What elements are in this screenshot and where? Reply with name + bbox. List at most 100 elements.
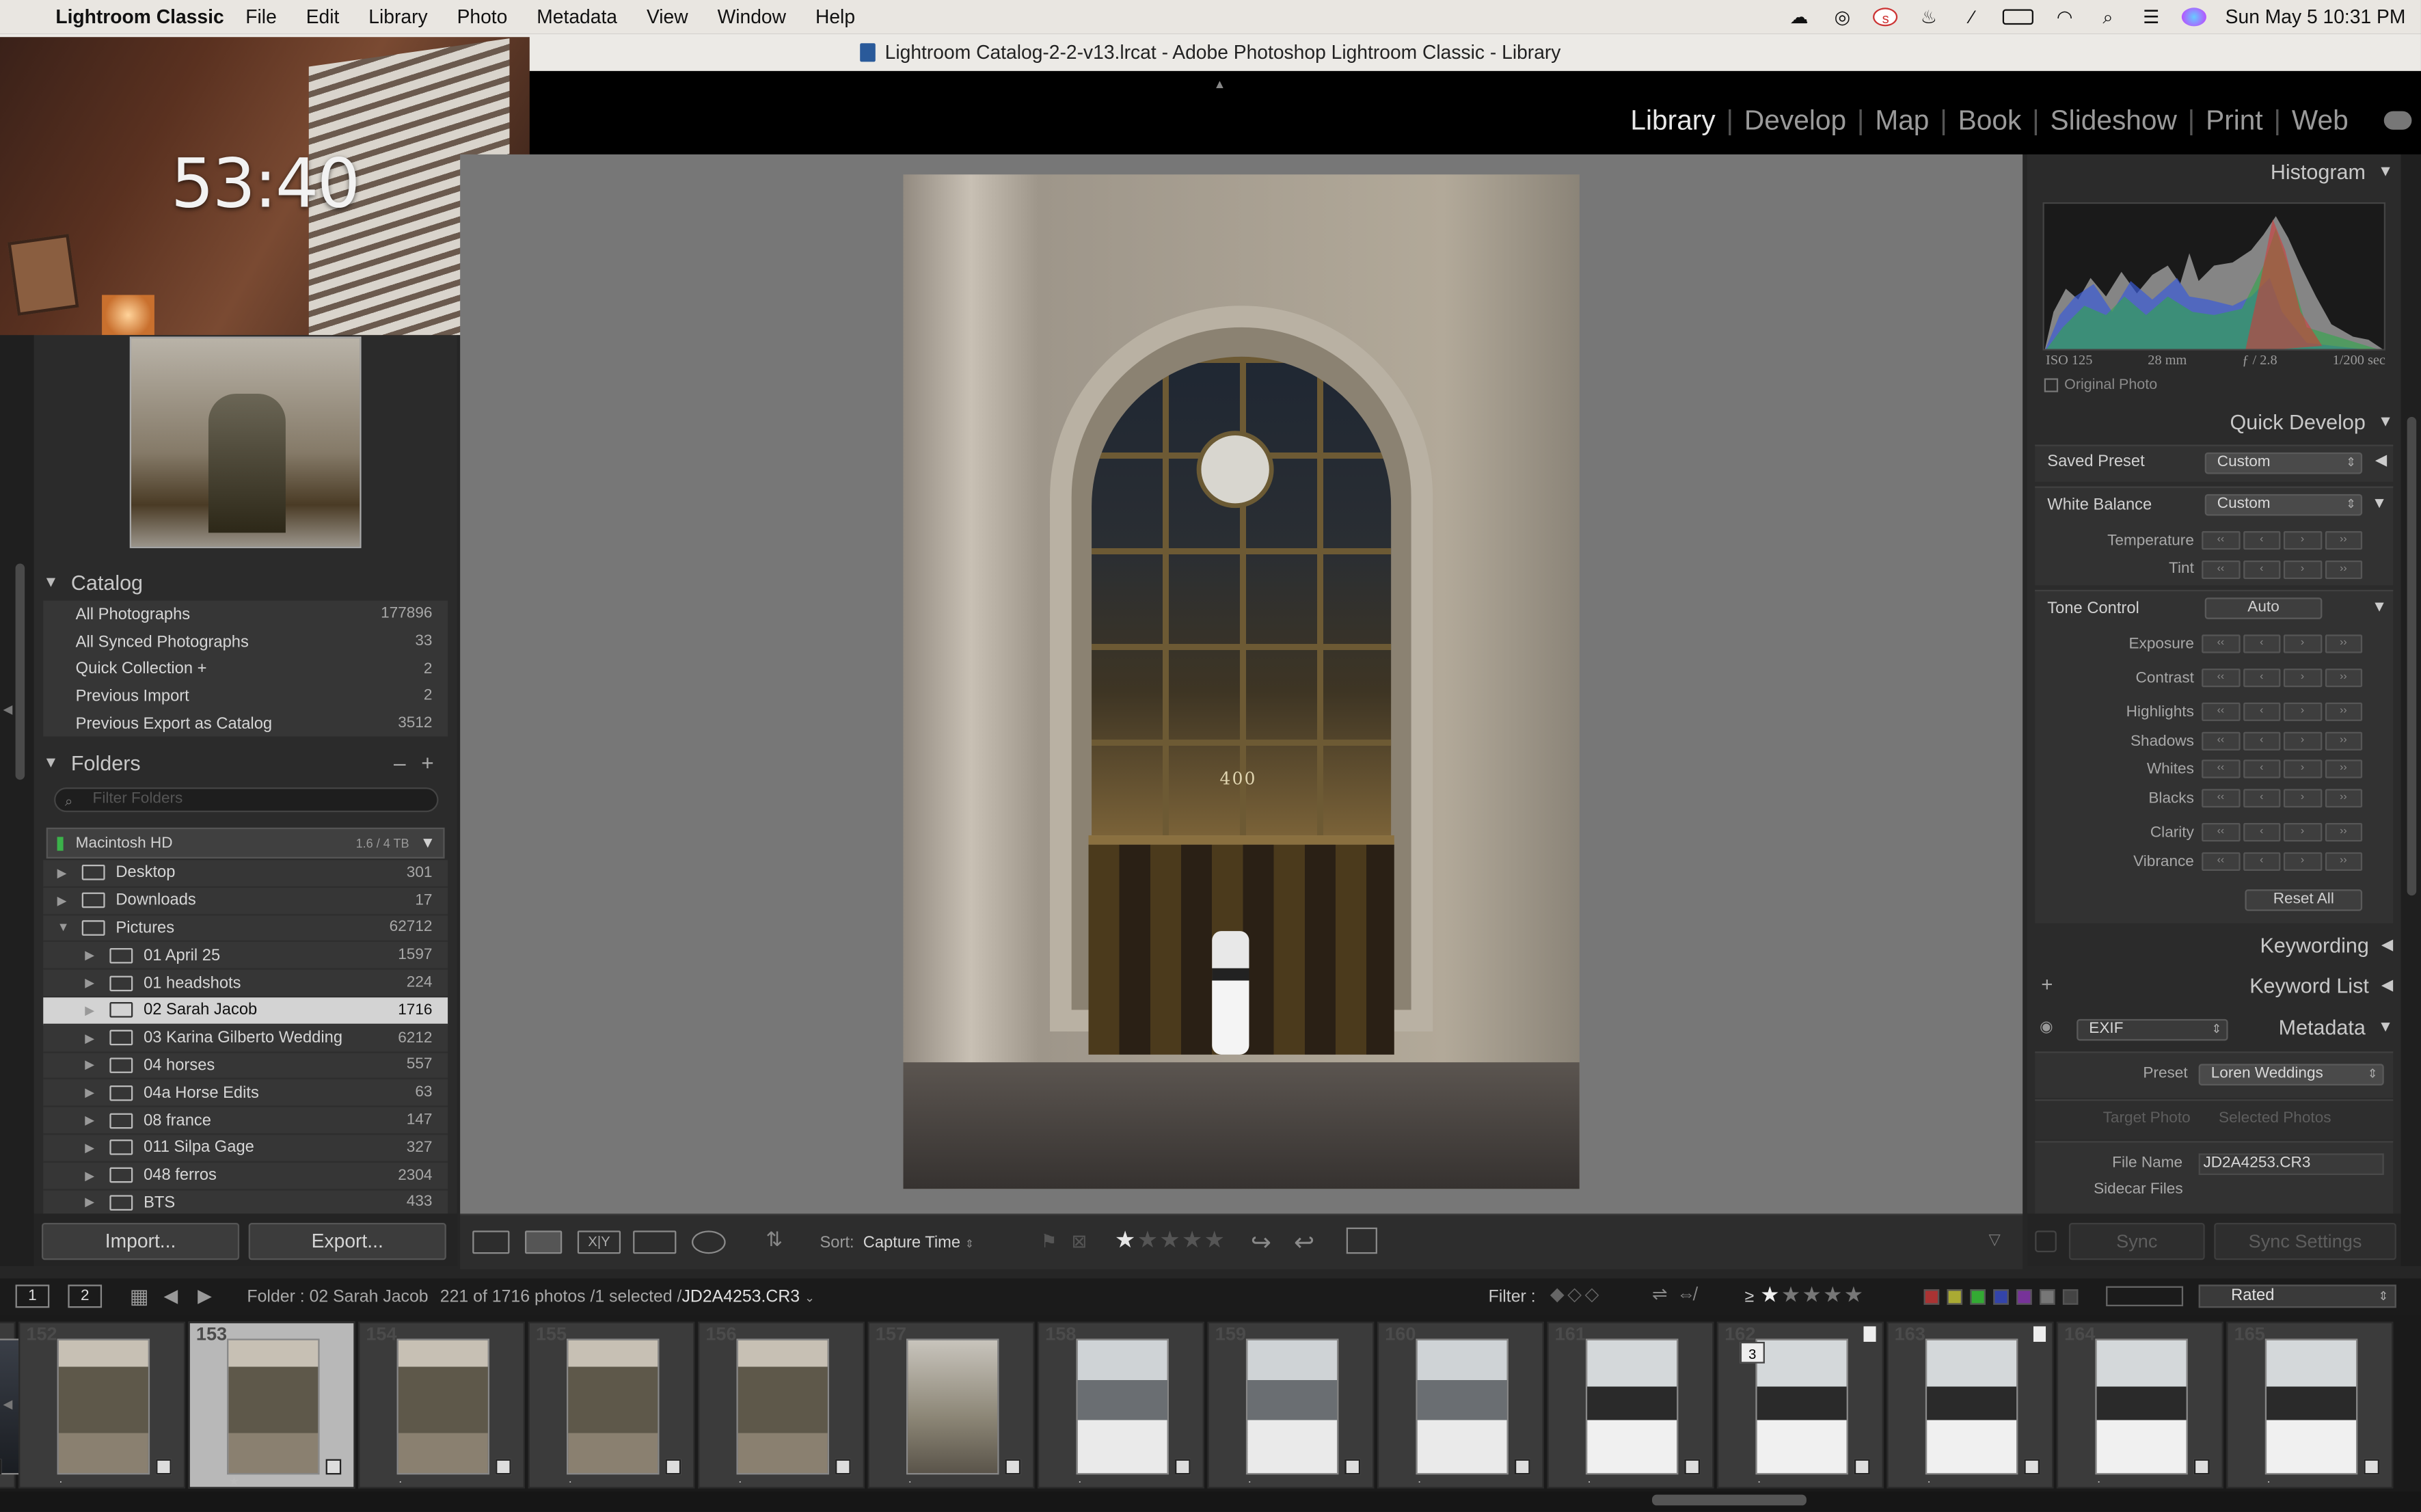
menubar-clock[interactable]: Sun May 5 10:31 PM — [2226, 6, 2406, 28]
filmstrip-thumbnail[interactable] — [2264, 1338, 2358, 1475]
filmstrip-cell[interactable]: 161 · — [1547, 1321, 1714, 1489]
adjust-step-button[interactable]: ›› — [2324, 634, 2363, 653]
adjust-step-button[interactable]: ‹‹ — [2202, 731, 2240, 751]
rating-star-icon[interactable]: ★ — [1182, 1228, 1204, 1254]
auto-sync-switch[interactable] — [2035, 1230, 2057, 1252]
app-menu[interactable]: Lightroom Classic — [55, 6, 224, 28]
module-develop[interactable]: Develop — [1733, 105, 1857, 137]
metadata-eye-icon[interactable]: ◉ — [2040, 1019, 2053, 1036]
adjust-step-button[interactable]: ‹ — [2243, 759, 2281, 779]
right-panel-scrollbar[interactable] — [2407, 416, 2417, 896]
filmstrip-thumbnail[interactable] — [736, 1338, 830, 1475]
color-label-filter[interactable] — [1947, 1289, 1963, 1305]
shadows-buttons[interactable]: ‹‹ ‹ › ›› — [2202, 731, 2363, 751]
filmstrip-cell[interactable]: 158 · — [1037, 1321, 1204, 1489]
s-app-icon[interactable]: s — [1873, 8, 1898, 27]
vibrance-buttons[interactable]: ‹‹ ‹ › ›› — [2202, 852, 2363, 872]
folder-expand-icon[interactable]: ▶ — [85, 1141, 94, 1155]
adjust-step-button[interactable]: ‹‹ — [2202, 669, 2240, 688]
filmstrip-cell[interactable]: 164 · — [2056, 1321, 2223, 1489]
blacks-buttons[interactable]: ‹‹ ‹ › ›› — [2202, 789, 2363, 808]
folder-expand-icon[interactable]: ▶ — [85, 1086, 94, 1100]
reset-all-button[interactable]: Reset All — [2245, 889, 2363, 911]
search-icon[interactable]: ⌕ — [2096, 8, 2120, 26]
tint-buttons[interactable]: ‹‹ ‹ › ›› — [2202, 560, 2363, 580]
people-view-icon[interactable] — [691, 1230, 726, 1254]
adjust-step-button[interactable]: › — [2283, 731, 2322, 751]
color-label-filter[interactable] — [2062, 1289, 2079, 1305]
filmstrip-cell[interactable]: 152 · — [18, 1321, 186, 1489]
color-label-filter[interactable] — [2040, 1289, 2055, 1305]
adjust-step-button[interactable]: › — [2283, 634, 2322, 653]
module-book[interactable]: Book — [1947, 105, 2032, 137]
filmstrip-source[interactable]: Folder : 02 Sarah Jacob — [247, 1288, 428, 1306]
flag-reject-icon[interactable]: ⊠ — [1072, 1230, 1087, 1252]
sync-settings-button[interactable]: Sync Settings — [2214, 1223, 2396, 1260]
adjust-step-button[interactable]: › — [2283, 852, 2322, 872]
forward-arrow-icon[interactable]: ▶ — [198, 1284, 212, 1306]
folder-expand-icon[interactable]: ▶ — [85, 976, 94, 990]
target-photo-toggle[interactable]: Target Photo — [2103, 1110, 2191, 1127]
crop-overlay-icon[interactable] — [1346, 1227, 1377, 1254]
rating-stars[interactable]: ★★★★★ — [1115, 1226, 1226, 1254]
adjust-step-button[interactable]: › — [2283, 789, 2322, 808]
folder-row[interactable]: ▶ 08 france 147 — [43, 1107, 448, 1135]
contrast-buttons[interactable]: ‹‹ ‹ › ›› — [2202, 669, 2363, 688]
folder-row[interactable]: ▶ 011 Silpa Gage 327 — [43, 1135, 448, 1163]
color-label-filter[interactable] — [1993, 1289, 2009, 1305]
filter-star-icon[interactable]: ★ — [1823, 1282, 1844, 1306]
filmstrip-scroll-thumb[interactable] — [1652, 1494, 1807, 1506]
catalog-item[interactable]: Previous Import 2 — [43, 683, 448, 710]
adjust-step-button[interactable]: ‹‹ — [2202, 852, 2240, 872]
filmstrip-cell[interactable]: 155 · — [528, 1321, 695, 1489]
filter-preset-dropdown[interactable]: Rated ⇕ — [2198, 1284, 2396, 1308]
filmstrip-thumbnail[interactable] — [906, 1338, 999, 1475]
filmstrip-scrollbar[interactable] — [0, 1491, 2421, 1512]
loupe-view-icon[interactable] — [525, 1230, 563, 1254]
wifi-icon[interactable]: ◠ — [2053, 8, 2077, 26]
menu-library[interactable]: Library — [368, 6, 427, 28]
volume-header[interactable]: Macintosh HD 1.6 / 4 TB ▼ — [46, 827, 445, 859]
adjust-step-button[interactable]: › — [2283, 822, 2322, 842]
module-library[interactable]: Library — [1620, 105, 1727, 137]
battery-icon[interactable] — [2003, 9, 2034, 25]
adjust-step-button[interactable]: ‹ — [2243, 852, 2281, 872]
sort-direction-icon[interactable]: ⇅ — [766, 1228, 783, 1252]
filter-kind-icons[interactable] — [2106, 1286, 2184, 1307]
folder-row[interactable]: ▶ 04 horses 557 — [43, 1052, 448, 1080]
folder-row[interactable]: ▶ Downloads 17 — [43, 887, 448, 915]
original-photo-toggle[interactable]: Original Photo — [2044, 377, 2157, 394]
filmstrip-cell[interactable]: 156 · — [698, 1321, 865, 1489]
main-window-button[interactable]: 1 — [15, 1284, 50, 1308]
folder-row[interactable]: ▶ 048 ferros 2304 — [43, 1162, 448, 1190]
folder-row[interactable]: ▶ 01 headshots 224 — [43, 970, 448, 998]
whites-buttons[interactable]: ‹‹ ‹ › ›› — [2202, 759, 2363, 779]
module-web[interactable]: Web — [2281, 105, 2359, 137]
filmstrip-thumbnail[interactable] — [1245, 1338, 1339, 1475]
adjust-step-button[interactable]: ‹ — [2243, 669, 2281, 688]
back-arrow-icon[interactable]: ◀ — [163, 1284, 178, 1306]
filter-star-icon[interactable]: ★ — [1781, 1282, 1802, 1306]
adjust-step-button[interactable]: ›› — [2324, 852, 2363, 872]
filmstrip-cell[interactable]: 163 · — [1886, 1321, 2054, 1489]
folder-row[interactable]: ▶ Desktop 301 — [43, 860, 448, 888]
filter-folders-input[interactable]: ⌕ Filter Folders — [54, 787, 439, 813]
filmstrip-thumbnail[interactable] — [1925, 1338, 2018, 1475]
sort-dropdown[interactable]: Capture Time ⇕ — [863, 1234, 974, 1252]
filmstrip-thumbnail[interactable] — [1755, 1338, 1848, 1475]
folder-expand-icon[interactable]: ▶ — [57, 893, 67, 907]
filter-star-icon[interactable]: ★ — [1844, 1282, 1865, 1306]
collapse-triangle-icon[interactable]: ▼ — [2372, 599, 2387, 616]
expand-triangle-icon[interactable]: ◀ — [2375, 453, 2387, 470]
adjust-step-button[interactable]: ‹ — [2243, 702, 2281, 721]
airdrop-icon[interactable]: ◎ — [1830, 8, 1854, 26]
adjust-step-button[interactable]: ‹‹ — [2202, 822, 2240, 842]
folder-row[interactable]: ▼ Pictures 62712 — [43, 915, 448, 943]
filmstrip-cell[interactable]: 153 ★ — [188, 1321, 355, 1489]
module-map[interactable]: Map — [1865, 105, 1940, 137]
quick-develop-panel-header[interactable]: Quick Develop ▼ — [2230, 411, 2394, 434]
keyword-list-panel-header[interactable]: Keyword List ◀ — [2249, 974, 2393, 997]
adjust-step-button[interactable]: ‹‹ — [2202, 759, 2240, 779]
exposure-buttons[interactable]: ‹‹ ‹ › ›› — [2202, 634, 2363, 653]
control-center-icon[interactable]: ☰ — [2139, 8, 2163, 26]
